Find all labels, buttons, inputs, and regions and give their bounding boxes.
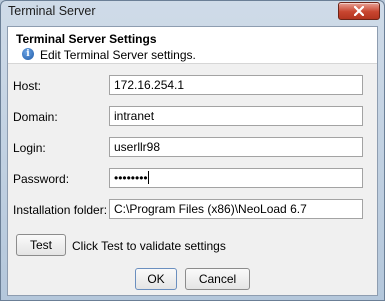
cancel-button[interactable]: Cancel — [185, 268, 250, 290]
login-field[interactable]: userllr98 — [109, 137, 363, 157]
domain-label: Domain: — [13, 110, 58, 124]
header-title: Terminal Server Settings — [16, 32, 157, 46]
installation-folder-field[interactable]: C:\Program Files (x86)\NeoLoad 6.7 — [109, 199, 363, 219]
host-label: Host: — [13, 79, 42, 93]
header-subtitle: Edit Terminal Server settings. — [40, 48, 196, 62]
installation-folder-label: Installation folder: — [13, 203, 108, 217]
dialog-content: Terminal Server Settings i Edit Terminal… — [7, 26, 378, 296]
info-icon: i — [22, 48, 34, 60]
close-icon — [354, 6, 364, 16]
host-field[interactable]: 172.16.254.1 — [109, 75, 363, 95]
domain-field[interactable]: intranet — [109, 106, 363, 126]
login-label: Login: — [13, 141, 46, 155]
ok-button[interactable]: OK — [135, 268, 177, 290]
close-button[interactable] — [338, 2, 380, 20]
dialog-header: Terminal Server Settings i Edit Terminal… — [8, 27, 377, 64]
window-title: Terminal Server — [8, 4, 96, 18]
text-caret — [147, 171, 149, 184]
title-bar[interactable]: Terminal Server — [1, 1, 384, 23]
password-field[interactable]: •••••••• — [109, 168, 363, 188]
dialog-window: Terminal Server Terminal Server Settings… — [0, 0, 385, 301]
test-hint: Click Test to validate settings — [72, 239, 226, 253]
test-button[interactable]: Test — [16, 234, 66, 256]
password-label: Password: — [13, 172, 70, 186]
